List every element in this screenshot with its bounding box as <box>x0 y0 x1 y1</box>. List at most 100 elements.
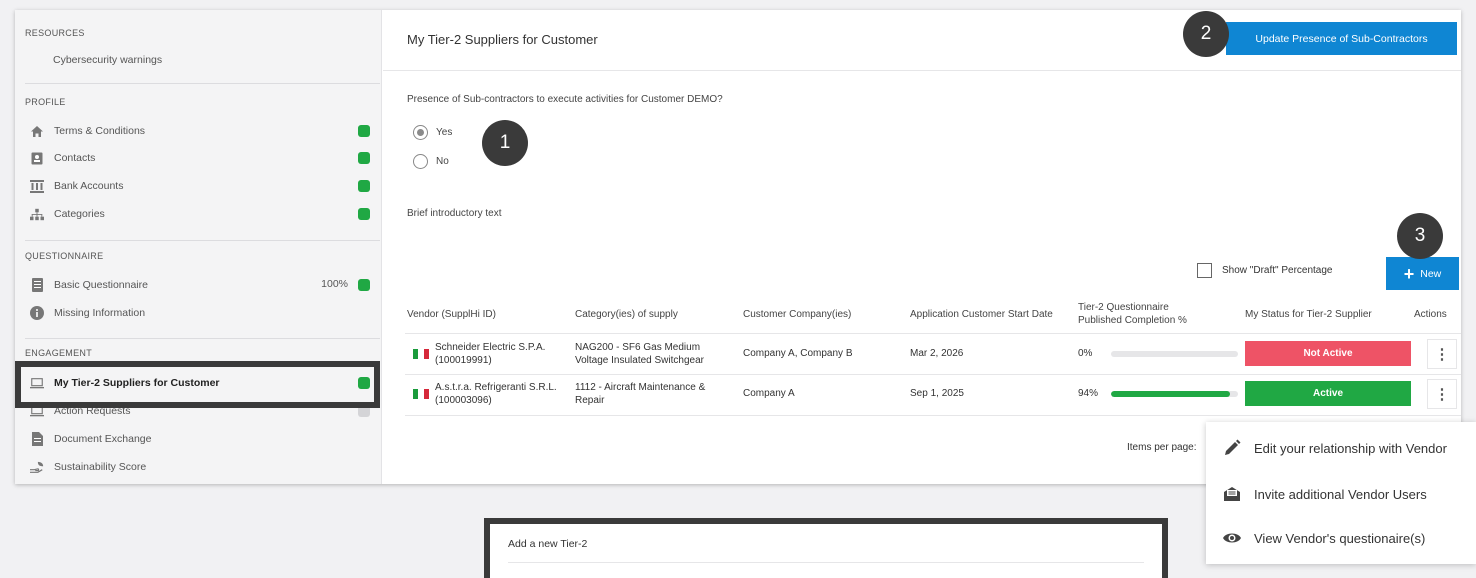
hierarchy-icon <box>30 207 44 221</box>
divider <box>25 240 380 241</box>
sidebar-item-label: Document Exchange <box>54 433 152 445</box>
vendor-text: Schneider Electric S.P.A. (100019991) <box>435 341 546 367</box>
cell-vendor: Schneider Electric S.P.A. (100019991) <box>413 337 573 371</box>
sidebar-item-document-exchange[interactable]: Document Exchange <box>30 428 370 450</box>
callout-badge-2: 2 <box>1183 11 1229 57</box>
new-button-label: New <box>1420 267 1442 280</box>
page-title: My Tier-2 Suppliers for Customer <box>407 32 598 47</box>
pencil-icon <box>1222 438 1242 458</box>
document-icon <box>30 432 44 446</box>
sidebar-item-label: Missing Information <box>54 307 146 319</box>
column-header-vendor[interactable]: Vendor (SupplHi ID) <box>407 298 567 330</box>
menu-item-edit-relationship[interactable]: Edit your relationship with Vendor <box>1222 438 1447 458</box>
column-header-actions: Actions <box>1414 308 1447 320</box>
home-icon <box>30 124 44 138</box>
mail-invite-icon <box>1222 484 1242 504</box>
eye-icon <box>1222 528 1242 548</box>
section-title-questionnaire: QUESTIONNAIRE <box>25 251 104 261</box>
status-indicator <box>358 279 370 291</box>
section-title-resources: RESOURCES <box>25 28 85 38</box>
status-indicator <box>358 125 370 137</box>
cell-companies: Company A, Company B <box>743 348 853 360</box>
menu-item-label: Invite additional Vendor Users <box>1254 486 1427 502</box>
dialog-title: Add a new Tier-2 <box>508 538 588 550</box>
highlight-box <box>15 361 380 408</box>
row-actions-menu-button[interactable]: ⋮ <box>1427 339 1457 369</box>
cell-category: 1112 - Aircraft Maintenance & Repair <box>575 381 706 407</box>
intro-text: Brief introductory text <box>407 208 502 219</box>
progress-fill <box>1111 391 1231 397</box>
divider <box>405 415 1461 416</box>
menu-item-invite-users[interactable]: Invite additional Vendor Users <box>1222 484 1427 504</box>
draft-label: Show "Draft" Percentage <box>1222 265 1333 276</box>
section-title-profile: PROFILE <box>25 97 66 107</box>
callout-badge-3: 3 <box>1397 213 1443 259</box>
app-window: RESOURCES Cybersecurity warnings PROFILE… <box>15 10 1461 484</box>
draft-checkbox[interactable] <box>1197 263 1212 278</box>
radio-button[interactable] <box>413 154 428 169</box>
items-per-page-label: Items per page: <box>1127 442 1197 453</box>
sidebar-item-label: Sustainability Score <box>54 461 147 473</box>
callout-badge-1: 1 <box>482 120 528 166</box>
sidebar-item-categories[interactable]: Categories <box>30 203 370 225</box>
sidebar-item-label: Categories <box>54 208 105 220</box>
update-presence-button[interactable]: Update Presence of Sub-Contractors <box>1226 22 1457 55</box>
info-icon <box>30 306 44 320</box>
radio-option-no[interactable]: No <box>413 154 449 169</box>
italy-flag-icon <box>413 349 429 359</box>
cell-companies: Company A <box>743 388 795 400</box>
sidebar-item-label: Bank Accounts <box>54 180 124 192</box>
divider <box>25 338 380 339</box>
subcontractor-question: Presence of Sub-contractors to execute a… <box>407 94 723 105</box>
add-tier2-dialog: Add a new Tier-2 <box>484 518 1168 578</box>
italy-flag-icon <box>413 389 429 399</box>
column-header-status[interactable]: My Status for Tier-2 Supplier <box>1245 298 1411 330</box>
sidebar-item-label: Cybersecurity warnings <box>53 54 163 66</box>
cell-vendor: A.s.t.r.a. Refrigeranti S.R.L. (100003096… <box>413 377 573 411</box>
sidebar-item-cybersecurity-warnings[interactable]: Cybersecurity warnings <box>53 49 353 71</box>
section-title-engagement: ENGAGEMENT <box>25 348 93 358</box>
sidebar-item-label: Terms & Conditions <box>54 125 146 137</box>
status-badge[interactable]: Not Active <box>1245 341 1411 366</box>
hand-leaf-icon <box>30 460 44 474</box>
completion-progress-bar <box>1111 391 1238 397</box>
show-draft-toggle[interactable]: Show "Draft" Percentage <box>1197 263 1333 278</box>
divider <box>508 562 1144 563</box>
completion-percent: 100% <box>321 278 348 290</box>
main-content: My Tier-2 Suppliers for Customer Update … <box>383 10 1461 484</box>
cell-start-date: Sep 1, 2025 <box>910 388 964 400</box>
new-tier2-button[interactable]: + New <box>1386 257 1459 290</box>
column-header-start-date[interactable]: Application Customer Start Date <box>910 298 1060 330</box>
column-header-completion[interactable]: Tier-2 Questionnaire Published Completio… <box>1078 298 1208 330</box>
sidebar-item-contacts[interactable]: Contacts <box>30 147 370 169</box>
sidebar-item-terms-conditions[interactable]: Terms & Conditions <box>30 120 370 142</box>
status-badge[interactable]: Active <box>1245 381 1411 406</box>
document-icon <box>30 278 44 292</box>
divider <box>405 374 1461 375</box>
divider <box>405 333 1461 334</box>
radio-option-yes[interactable]: Yes <box>413 125 452 140</box>
sidebar-item-sustainability-score[interactable]: Sustainability Score <box>30 456 370 478</box>
cell-completion-label: 94% <box>1078 388 1099 400</box>
column-header-category[interactable]: Category(ies) of supply <box>575 298 735 330</box>
radio-button[interactable] <box>413 125 428 140</box>
menu-item-view-questionnaire[interactable]: View Vendor's questionaire(s) <box>1222 528 1425 548</box>
menu-item-label: Edit your relationship with Vendor <box>1254 440 1447 456</box>
status-indicator <box>358 208 370 220</box>
row-actions-menu-button[interactable]: ⋮ <box>1427 379 1457 409</box>
column-header-companies[interactable]: Customer Company(ies) <box>743 298 903 330</box>
sidebar-item-basic-questionnaire[interactable]: Basic Questionnaire 100% <box>30 274 370 296</box>
contact-card-icon <box>30 151 44 165</box>
status-indicator <box>358 152 370 164</box>
bank-icon <box>30 179 44 193</box>
sidebar: RESOURCES Cybersecurity warnings PROFILE… <box>15 10 382 484</box>
cell-completion-label: 0% <box>1078 348 1093 360</box>
radio-label: No <box>436 156 449 167</box>
plus-icon: + <box>1403 263 1415 284</box>
cell-start-date: Mar 2, 2026 <box>910 348 964 360</box>
status-indicator <box>358 180 370 192</box>
sidebar-item-missing-information[interactable]: Missing Information <box>30 302 370 324</box>
completion-progress-bar <box>1111 351 1238 357</box>
sidebar-item-bank-accounts[interactable]: Bank Accounts <box>30 175 370 197</box>
radio-label: Yes <box>436 127 453 138</box>
